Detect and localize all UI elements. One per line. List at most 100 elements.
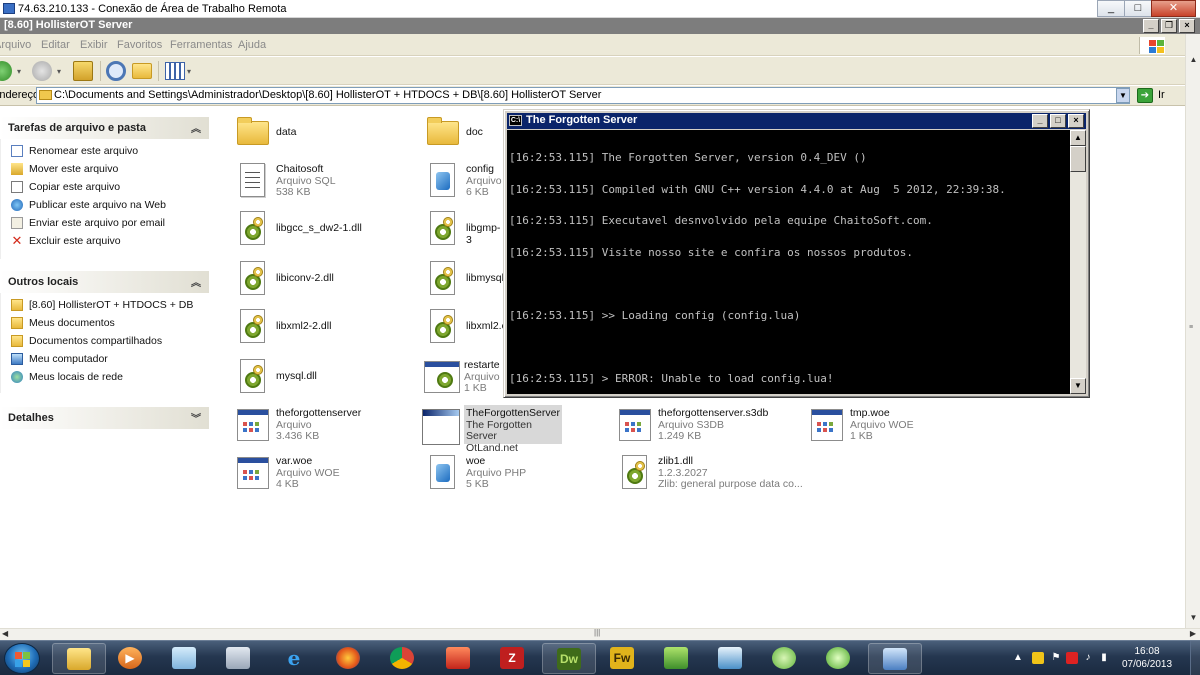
file-item-tfs-exe[interactable]: TheForgottenServer The Forgotten Server Ot… — [422, 405, 562, 453]
task-rename-label[interactable]: Renomear este arquivo — [29, 145, 138, 157]
taskbar-media-player[interactable]: ▶ — [104, 643, 158, 674]
taskbar-app-pen[interactable] — [704, 643, 758, 674]
file-item-libxml2-2[interactable]: libxml2-2.dll — [234, 307, 414, 353]
place-my-computer-label[interactable]: Meu computador — [29, 353, 108, 365]
search-icon[interactable] — [106, 61, 126, 81]
taskbar-firefox[interactable] — [322, 643, 376, 674]
horizontal-scrollbar[interactable]: ◀ ||| ▶ — [0, 628, 1200, 640]
menu-ajuda[interactable]: Ajuda — [238, 39, 266, 51]
back-dropdown-icon[interactable]: ▾ — [17, 67, 21, 76]
forward-dropdown-icon[interactable]: ▾ — [57, 67, 61, 76]
task-rename[interactable]: Renomear este arquivo — [11, 143, 138, 159]
place-network[interactable]: Meus locais de rede — [11, 369, 123, 385]
back-button[interactable] — [0, 61, 12, 81]
start-button[interactable] — [4, 643, 40, 674]
file-item-config[interactable]: config Arquivo 6 KB — [424, 161, 504, 207]
file-item-libiconv[interactable]: libiconv-2.dll — [234, 259, 414, 305]
file-item-tmp-woe[interactable]: tmp.woe Arquivo WOE 1 KB — [808, 405, 948, 451]
place-my-computer[interactable]: Meu computador — [11, 351, 108, 367]
taskbar-app-leaf[interactable] — [812, 643, 866, 674]
views-dropdown-icon[interactable]: ▾ — [187, 67, 191, 76]
place-shared-documents-label[interactable]: Documentos compartilhados — [29, 335, 162, 347]
task-delete-label[interactable]: Excluir este arquivo — [29, 235, 121, 247]
folder-up-icon[interactable] — [73, 61, 93, 81]
file-item-libmysql[interactable]: libmysql — [424, 259, 504, 305]
tray-expand-icon[interactable]: ▲ — [1012, 652, 1024, 664]
file-item-zlib[interactable]: zlib1.dll 1.2.3.2027 Zlib: general purpose… — [616, 453, 806, 499]
menu-exibir[interactable]: Exibir — [80, 39, 108, 51]
console-output[interactable]: [16:2:53.115] The Forgotten Server, vers… — [507, 130, 1070, 394]
details-panel-header[interactable]: Detalhes ︾ — [0, 407, 209, 429]
console-maximize-button[interactable]: □ — [1050, 114, 1066, 128]
task-email[interactable]: Enviar este arquivo por email — [11, 215, 165, 231]
taskbar-fireworks[interactable]: Fw — [596, 643, 650, 674]
taskbar-notepad[interactable] — [158, 643, 212, 674]
file-item-libgcc[interactable]: libgcc_s_dw2-1.dll — [234, 209, 414, 255]
scroll-up-arrow-icon[interactable]: ▲ — [1187, 52, 1200, 68]
task-delete[interactable]: ✕ Excluir este arquivo — [11, 233, 121, 249]
file-item-data[interactable]: data — [234, 113, 414, 159]
task-email-label[interactable]: Enviar este arquivo por email — [29, 217, 165, 229]
task-publish-label[interactable]: Publicar este arquivo na Web — [29, 199, 166, 211]
scroll-left-arrow-icon[interactable]: ◀ — [2, 629, 8, 638]
folders-icon[interactable] — [132, 63, 152, 79]
place-my-documents[interactable]: Meus documentos — [11, 315, 115, 331]
show-desktop-button[interactable] — [1190, 641, 1200, 675]
views-icon[interactable] — [165, 62, 185, 80]
tray-alert-icon[interactable] — [1066, 652, 1078, 664]
network-signal-icon[interactable]: ▮ — [1098, 652, 1110, 664]
scroll-down-arrow-icon[interactable]: ▼ — [1070, 378, 1086, 394]
console-scroll-thumb[interactable] — [1070, 146, 1086, 172]
file-item-theforgottenserver[interactable]: theforgottenserver Arquivo 3.436 KB — [234, 405, 414, 451]
taskbar-app-green[interactable] — [650, 643, 704, 674]
task-copy-label[interactable]: Copiar este arquivo — [29, 181, 120, 193]
task-copy[interactable]: Copiar este arquivo — [11, 179, 120, 195]
taskbar-chrome[interactable] — [376, 643, 430, 674]
file-item-libxml2[interactable]: libxml2.c — [424, 307, 507, 353]
taskbar-app-circle[interactable] — [758, 643, 812, 674]
task-move[interactable]: Mover este arquivo — [11, 161, 118, 177]
tray-flag-icon[interactable]: ⚑ — [1050, 652, 1062, 664]
file-item-mysql-dll[interactable]: mysql.dll — [234, 357, 414, 403]
file-item-chaitosoft[interactable]: Chaitosoft Arquivo SQL 538 KB — [234, 161, 414, 207]
place-my-documents-label[interactable]: Meus documentos — [29, 317, 115, 329]
taskbar-remote-desktop[interactable] — [868, 643, 922, 674]
file-item-s3db[interactable]: theforgottenserver.s3db Arquivo S3DB 1.249… — [616, 405, 796, 451]
menu-ferramentas[interactable]: Ferramentas — [170, 39, 232, 51]
volume-icon[interactable]: ♪ — [1082, 652, 1094, 664]
task-move-label[interactable]: Mover este arquivo — [29, 163, 118, 175]
go-arrow-icon[interactable]: ➔ — [1137, 88, 1153, 103]
go-button-label[interactable]: Ir — [1158, 89, 1165, 101]
address-input[interactable]: C:\Documents and Settings\Administrador\… — [36, 87, 1130, 104]
task-publish[interactable]: Publicar este arquivo na Web — [11, 197, 166, 213]
rdp-minimize-button[interactable]: _ — [1097, 0, 1125, 17]
explorer-restore-button[interactable]: ❐ — [1161, 19, 1177, 33]
taskbar-dreamweaver[interactable]: Dw — [542, 643, 596, 674]
clock[interactable]: 16:08 07/06/2013 — [1112, 645, 1182, 671]
taskbar-calculator[interactable] — [212, 643, 266, 674]
rdp-close-button[interactable]: ✕ — [1151, 0, 1196, 17]
expand-chevron-icon[interactable]: ︾ — [190, 410, 202, 425]
place-shared-documents[interactable]: Documentos compartilhados — [11, 333, 162, 349]
file-item-var-woe[interactable]: var.woe Arquivo WOE 4 KB — [234, 453, 414, 499]
file-item-woe-php[interactable]: woe Arquivo PHP 5 KB — [424, 453, 564, 499]
scroll-down-arrow-icon[interactable]: ▼ — [1187, 610, 1200, 626]
tasks-panel-header[interactable]: Tarefas de arquivo e pasta ︽ — [0, 117, 209, 139]
file-item-libgmp[interactable]: libgmp-3 — [424, 209, 504, 255]
console-scrollbar[interactable]: ▲ ▼ — [1070, 130, 1086, 394]
taskbar-internet-explorer[interactable]: e — [268, 643, 322, 674]
address-dropdown-button[interactable]: ▼ — [1116, 88, 1130, 103]
rdp-maximize-button[interactable]: □ — [1124, 0, 1152, 17]
place-parent-folder[interactable]: [8.60] HollisterOT + HTDOCS + DB — [11, 297, 193, 313]
taskbar-explorer[interactable] — [52, 643, 106, 674]
menu-editar[interactable]: Editar — [41, 39, 70, 51]
explorer-close-button[interactable]: × — [1179, 19, 1195, 33]
vertical-scrollbar[interactable]: ▲ ≡ ▼ — [1185, 34, 1200, 628]
console-window[interactable]: C:\ The Forgotten Server _ □ × [16:2:53.… — [503, 109, 1090, 398]
explorer-minimize-button[interactable]: _ — [1143, 19, 1159, 33]
scroll-grip-icon[interactable]: ≡ — [1189, 324, 1197, 331]
console-minimize-button[interactable]: _ — [1032, 114, 1048, 128]
menu-favoritos[interactable]: Favoritos — [117, 39, 162, 51]
collapse-chevron-icon[interactable]: ︽ — [190, 120, 202, 135]
places-panel-header[interactable]: Outros locais ︽ — [0, 271, 209, 293]
